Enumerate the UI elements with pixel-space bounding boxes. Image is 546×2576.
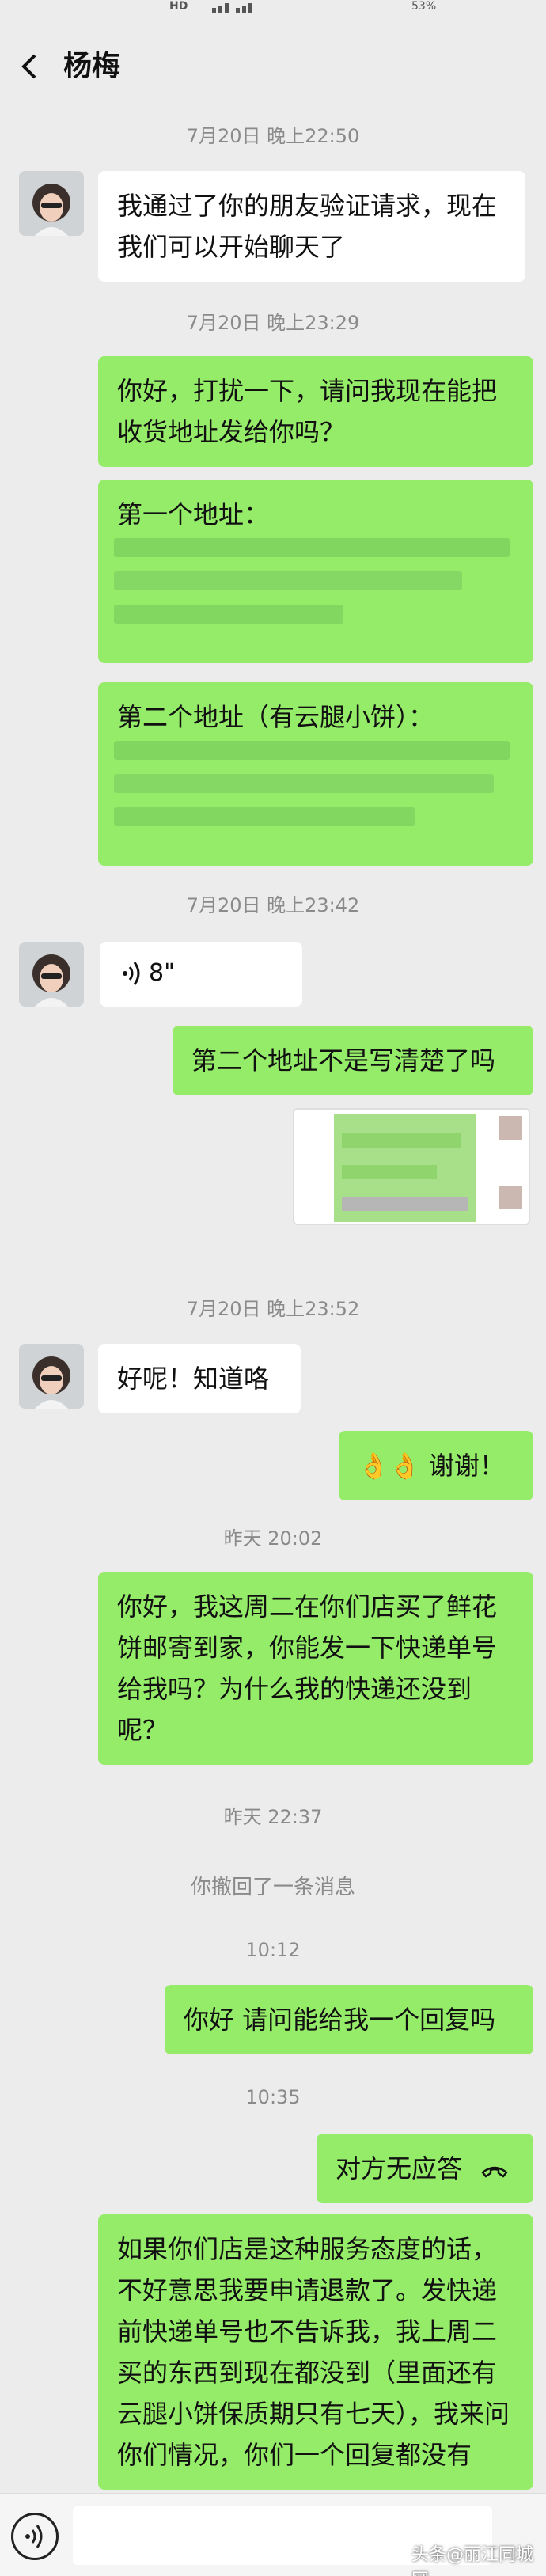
status-bar: HD 53%: [0, 0, 546, 17]
avatar-photo-icon: [19, 942, 84, 1007]
voice-message[interactable]: 8": [100, 942, 302, 1007]
timestamp: 昨天 20:02: [223, 1527, 323, 1550]
timestamp: 10:35: [245, 2086, 301, 2108]
redacted-text: [114, 741, 510, 760]
message-text: 第一个地址：: [117, 499, 270, 529]
message-text: 对方无应答: [336, 2153, 463, 2183]
message-outgoing[interactable]: 如果你们店是这种服务态度的话，不好意思我要申请退款了。发快递前快递单号也不告诉我…: [98, 2214, 533, 2490]
message-outgoing[interactable]: 你好，我这周二在你们店买了鲜花饼邮寄到家，你能发一下快递单号给我吗？为什么我的快…: [98, 1572, 533, 1765]
chevron-left-icon: [21, 54, 36, 79]
blurred-image: [294, 1110, 529, 1224]
message-outgoing[interactable]: 👌👌 谢谢！: [339, 1431, 533, 1500]
timestamp: 昨天 22:37: [223, 1806, 323, 1828]
timestamp: 10:12: [245, 1939, 301, 1961]
voice-duration: 8": [149, 959, 175, 987]
avatar[interactable]: [19, 1344, 84, 1409]
voice-wave-icon: [25, 2525, 43, 2548]
message-outgoing[interactable]: 第二个地址不是写清楚了吗: [173, 1026, 533, 1095]
redacted-text: [114, 571, 462, 590]
timestamp: 7月20日 晚上23:42: [186, 894, 360, 916]
contact-name: 杨梅: [63, 50, 121, 82]
redacted-text: [114, 807, 415, 826]
image-message[interactable]: [293, 1108, 530, 1225]
avatar[interactable]: [19, 171, 84, 236]
recall-notice: 你撤回了一条消息: [190, 1876, 355, 1899]
ok-hand-emoji: 👌👌: [358, 1451, 421, 1481]
timestamp: 7月20日 晚上23:29: [186, 312, 360, 334]
message-incoming[interactable]: 我通过了你的朋友验证请求，现在我们可以开始聊天了: [98, 171, 525, 282]
back-button[interactable]: [14, 49, 46, 84]
voice-input-button[interactable]: [11, 2513, 59, 2560]
avatar[interactable]: [19, 942, 84, 1007]
timestamp: 7月20日 晚上23:52: [186, 1298, 360, 1320]
voice-wave-icon: [123, 962, 140, 985]
chat-header: 杨梅: [0, 17, 546, 112]
message-text: 第二个地址（有云腿小饼）：: [117, 702, 434, 732]
avatar-photo-icon: [19, 1344, 84, 1409]
message-text: 谢谢！: [428, 1451, 505, 1481]
timestamp: 7月20日 晚上22:50: [186, 125, 360, 147]
watermark: 头条@丽江同城网: [411, 2545, 534, 2576]
message-outgoing[interactable]: 你好，打扰一下，请问我现在能把收货地址发给你吗？: [98, 356, 533, 467]
network-indicator: HD: [169, 0, 188, 13]
avatar-photo-icon: [19, 171, 84, 236]
redacted-text: [114, 605, 343, 624]
message-outgoing[interactable]: 你好 请问能给我一个回复吗: [165, 1985, 533, 2054]
redacted-text: [114, 538, 510, 557]
phone-icon: [481, 2166, 508, 2178]
call-record-message[interactable]: 对方无应答: [317, 2134, 533, 2203]
redacted-text: [114, 774, 494, 793]
battery-level: 53%: [411, 0, 437, 13]
message-incoming[interactable]: 好呢！知道咯: [98, 1344, 301, 1413]
signal-icon: [212, 3, 252, 13]
